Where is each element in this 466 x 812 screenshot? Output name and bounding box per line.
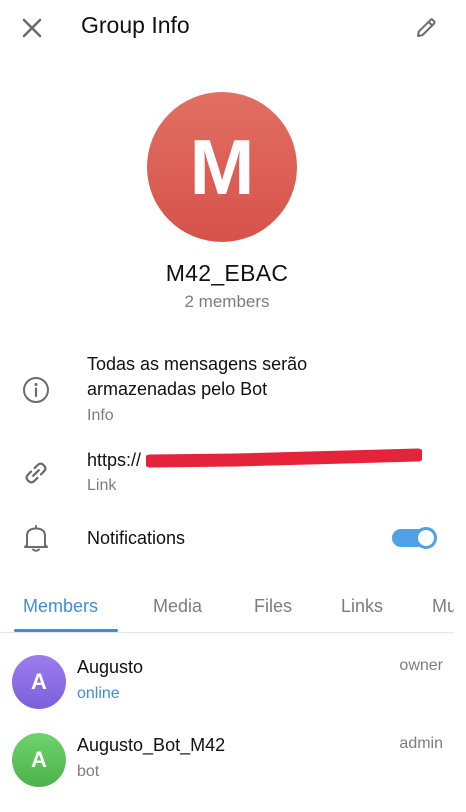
redaction-mark <box>146 448 422 468</box>
page-title: Group Info <box>81 12 190 38</box>
member-row-owner[interactable]: A Augusto online owner <box>0 655 454 731</box>
notifications-toggle[interactable] <box>392 527 438 549</box>
group-description[interactable]: Todas as mensagens serão armazenadas pel… <box>87 352 347 402</box>
tab-music[interactable]: Mu <box>432 596 454 617</box>
notifications-label: Notifications <box>87 528 186 548</box>
info-icon <box>18 372 54 408</box>
close-button[interactable] <box>14 10 50 46</box>
member-role: admin <box>399 735 443 752</box>
close-icon <box>22 18 42 38</box>
member-name: Augusto <box>77 657 144 677</box>
invite-link[interactable]: https:// <box>87 448 141 473</box>
toggle-knob <box>415 527 437 549</box>
top-bar: Group Info <box>0 0 466 56</box>
pencil-icon <box>417 18 436 37</box>
info-label: Info <box>87 407 114 424</box>
tab-bar: Members Media Files Links Mu <box>0 580 454 632</box>
member-row-admin[interactable]: A Augusto_Bot_M42 bot admin <box>0 733 454 809</box>
tab-links[interactable]: Links <box>341 596 383 617</box>
group-avatar-letter: M <box>189 123 255 211</box>
avatar: A <box>12 733 66 787</box>
tab-divider <box>0 632 454 633</box>
avatar: A <box>12 655 66 709</box>
group-avatar[interactable]: M <box>147 92 297 242</box>
members-count: 2 members <box>184 292 270 311</box>
link-label: Link <box>87 477 117 494</box>
tab-members[interactable]: Members <box>23 596 98 617</box>
member-role: owner <box>399 657 443 674</box>
member-name: Augusto_Bot_M42 <box>77 735 226 755</box>
tab-media[interactable]: Media <box>153 596 202 617</box>
edit-button[interactable] <box>408 10 444 46</box>
bell-icon <box>18 520 54 556</box>
link-icon <box>18 455 54 491</box>
group-name: M42_EBAC <box>165 260 289 286</box>
tab-files[interactable]: Files <box>254 596 292 617</box>
member-status: online <box>77 685 120 702</box>
member-status: bot <box>77 763 100 780</box>
